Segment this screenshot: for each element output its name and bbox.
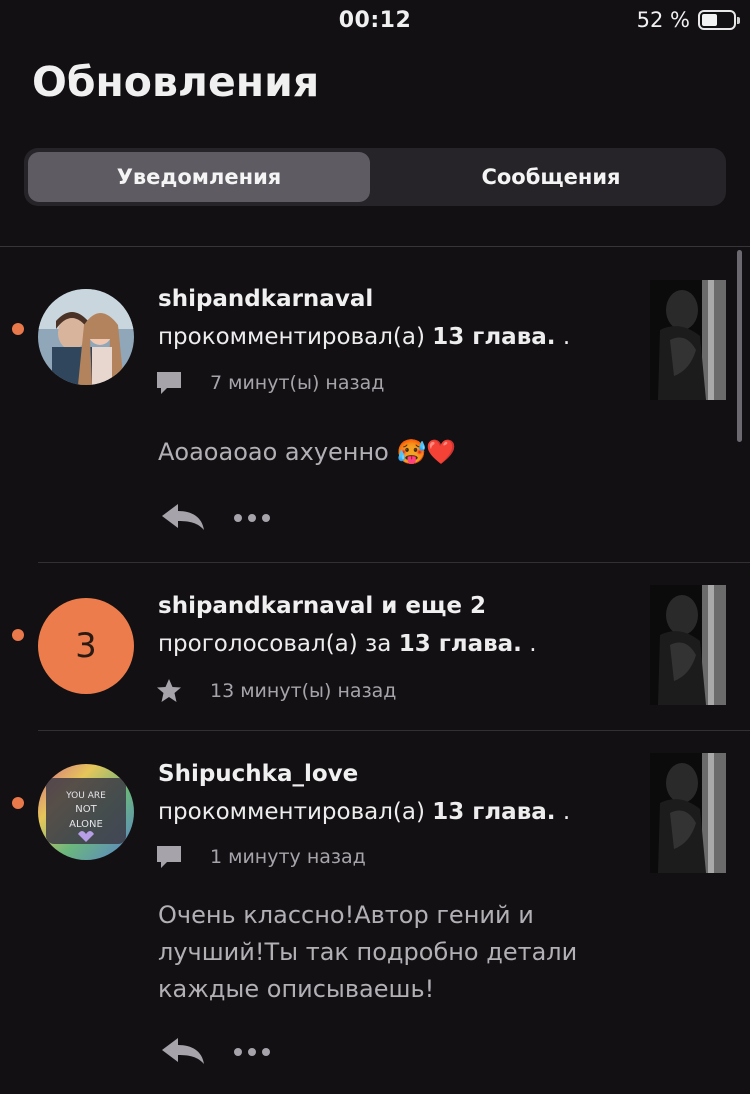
story-cover-thumbnail[interactable]	[650, 753, 726, 873]
svg-text:NOT: NOT	[75, 804, 97, 815]
action-text: проголосовал(а) за	[158, 631, 392, 657]
more-options-icon[interactable]	[234, 1046, 274, 1058]
unread-dot	[12, 323, 24, 335]
action-suffix: .	[555, 324, 571, 350]
story-cover-thumbnail[interactable]	[650, 585, 726, 705]
battery-icon	[698, 10, 740, 30]
status-battery: 52 %	[636, 8, 740, 32]
notification-meta: 13 минут(ы) назад	[154, 677, 396, 705]
story-chapter-link[interactable]: 13 глава.	[432, 799, 555, 825]
notification-username[interactable]: shipandkarnaval и еще 2	[158, 593, 486, 619]
notification-action: прокомментировал(а) 13 глава. .	[158, 799, 570, 825]
notification-item[interactable]: 3 shipandkarnaval и еще 2 проголосовал(а…	[0, 563, 750, 730]
action-suffix: .	[555, 799, 571, 825]
comment-text: Аоаоаоао ахуенно 🥵❤️	[158, 438, 457, 466]
story-chapter-link[interactable]: 13 глава.	[432, 324, 555, 350]
reply-icon[interactable]	[160, 1036, 206, 1066]
notification-username[interactable]: shipandkarnaval	[158, 286, 373, 312]
notification-time: 1 минуту назад	[210, 846, 366, 868]
unread-dot	[12, 629, 24, 641]
avatar-group-count[interactable]: 3	[38, 598, 134, 694]
star-icon	[154, 677, 184, 705]
reply-icon[interactable]	[160, 502, 206, 532]
comment-icon	[154, 369, 184, 397]
comment-text: Очень классно!Автор гений и лучший!Ты та…	[158, 901, 578, 1003]
story-cover-thumbnail[interactable]	[650, 280, 726, 400]
svg-text:YOU ARE: YOU ARE	[65, 791, 106, 801]
notification-username[interactable]: Shipuchka_love	[158, 761, 358, 787]
updates-screen: 00:12 52 % Обновления Уведомления Сообще…	[0, 0, 750, 1094]
tab-notifications[interactable]: Уведомления	[28, 152, 370, 202]
avatar[interactable]	[38, 289, 134, 385]
svg-text:ALONE: ALONE	[69, 819, 103, 830]
notification-action: проголосовал(а) за 13 глава. .	[158, 631, 537, 657]
more-options-icon[interactable]	[234, 512, 274, 524]
action-suffix: .	[521, 631, 537, 657]
notification-time: 7 минут(ы) назад	[210, 372, 385, 394]
tab-messages[interactable]: Сообщения	[380, 152, 722, 202]
notification-meta: 1 минуту назад	[154, 843, 366, 871]
unread-dot	[12, 797, 24, 809]
notification-action: прокомментировал(а) 13 глава. .	[158, 324, 570, 350]
notification-item[interactable]: shipandkarnaval прокомментировал(а) 13 г…	[0, 247, 750, 562]
comment-icon	[154, 843, 184, 871]
tabs-segmented-control: Уведомления Сообщения	[24, 148, 726, 206]
page-title: Обновления	[32, 58, 320, 106]
action-text: прокомментировал(а)	[158, 799, 425, 825]
avatar[interactable]: YOU ARE NOT ALONE	[38, 764, 134, 860]
notification-meta: 7 минут(ы) назад	[154, 369, 384, 397]
action-text: прокомментировал(а)	[158, 324, 425, 350]
notification-time: 13 минут(ы) назад	[210, 680, 397, 702]
battery-percent: 52 %	[636, 8, 690, 32]
story-chapter-link[interactable]: 13 глава.	[399, 631, 522, 657]
notification-item[interactable]: YOU ARE NOT ALONE Shipuchka_love прокомм…	[0, 731, 750, 1094]
